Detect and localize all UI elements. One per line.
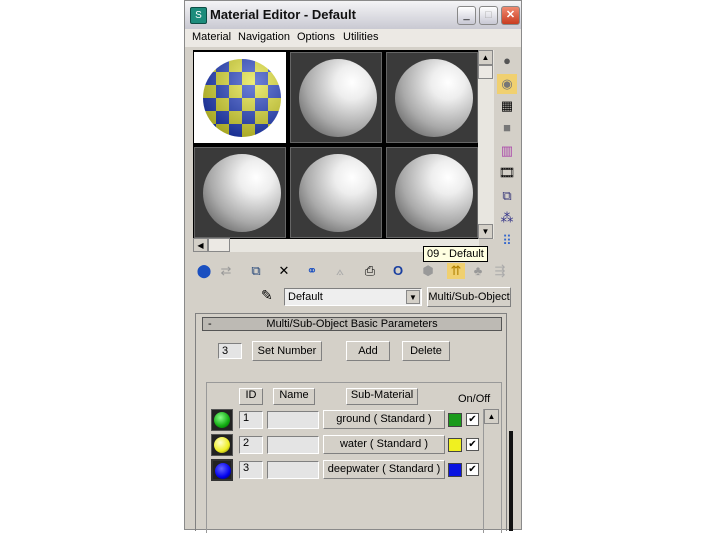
multi-sub-object-rollout: - Multi/Sub-Object Basic Parameters 3 Set…	[195, 313, 507, 533]
rollout-title: Multi/Sub-Object Basic Parameters	[266, 318, 438, 330]
backlight-icon[interactable]: ◉	[497, 74, 517, 94]
row-2-id[interactable]: 2	[239, 436, 263, 454]
row-3-color-swatch[interactable]	[448, 463, 462, 477]
sample-slot-5[interactable]	[290, 147, 382, 238]
put-to-library-icon[interactable]: ⟑	[331, 263, 349, 279]
video-color-check-icon[interactable]: ▥	[497, 141, 517, 161]
slots-vertical-scrollbar[interactable]: ▲ ▼	[478, 50, 494, 239]
assign-to-selection-icon[interactable]: ⧉	[247, 263, 265, 279]
list-scroll-up-icon[interactable]: ▲	[484, 409, 499, 424]
sample-slot-2[interactable]	[290, 52, 382, 143]
row-3-name[interactable]	[267, 461, 319, 479]
row-3-submaterial-button[interactable]: deepwater ( Standard )	[323, 460, 445, 479]
sort-by-submaterial-button[interactable]: Sub-Material	[346, 388, 418, 405]
go-to-parent-icon[interactable]: ⇈	[447, 263, 465, 279]
material-sphere	[299, 154, 377, 232]
options-icon[interactable]: ⧉	[497, 186, 517, 206]
material-type-button[interactable]: Multi/Sub-Object	[427, 287, 511, 307]
close-button[interactable]: ✕	[501, 6, 520, 25]
pick-material-icon[interactable]: ⇶	[491, 263, 509, 279]
material-sphere	[395, 154, 473, 232]
scroll-left-arrow-icon[interactable]: ◀	[193, 238, 208, 252]
on-off-header: On/Off	[458, 393, 491, 405]
eyedropper-icon[interactable]: ✎	[261, 287, 273, 304]
select-by-material-icon[interactable]: ⁂	[497, 208, 517, 228]
scroll-down-arrow-icon[interactable]: ▼	[478, 224, 493, 239]
collapse-indicator: -	[208, 318, 212, 330]
panel-scrollbar[interactable]	[509, 431, 513, 531]
row-1-onoff-checkbox[interactable]: ✔	[466, 413, 479, 426]
sub-material-list: ID Name Sub-Material On/Off 1 ground ( S…	[206, 382, 502, 533]
row-2-name[interactable]	[267, 436, 319, 454]
row-1-id[interactable]: 1	[239, 411, 263, 429]
sample-slot-6[interactable]	[386, 147, 478, 238]
scroll-up-arrow-icon[interactable]: ▲	[478, 50, 493, 65]
list-scrollbar[interactable]: ▲	[483, 409, 500, 533]
make-unique-icon[interactable]: ⚭	[303, 263, 321, 279]
sort-by-id-button[interactable]: ID	[239, 388, 263, 405]
row-2-onoff-checkbox[interactable]: ✔	[466, 438, 479, 451]
menu-options[interactable]: Options	[297, 31, 335, 43]
get-material-icon[interactable]: ⬤	[195, 263, 213, 279]
go-forward-sibling-icon[interactable]: ♣	[469, 263, 487, 278]
row-1-color-swatch[interactable]	[448, 413, 462, 427]
tooltip: 09 - Default	[423, 246, 488, 262]
material-count-field[interactable]: 3	[218, 343, 242, 359]
menu-bar: Material Navigation Options Utilities	[185, 29, 521, 47]
material-name-dropdown[interactable]: Default ▼	[284, 288, 422, 306]
material-sphere	[395, 59, 473, 137]
minimize-button[interactable]: _	[457, 6, 476, 25]
sample-type-sphere-icon[interactable]: ●	[497, 51, 517, 71]
show-end-result-icon[interactable]: ⬢	[419, 263, 437, 279]
row-2-color-swatch[interactable]	[448, 438, 462, 452]
sample-slot-3[interactable]	[386, 52, 478, 143]
row-2-preview[interactable]	[211, 434, 233, 456]
rollout-header[interactable]: - Multi/Sub-Object Basic Parameters	[202, 317, 502, 331]
window-title: Material Editor - Default	[210, 7, 356, 22]
set-number-button[interactable]: Set Number	[252, 341, 322, 361]
sample-uv-tiling-icon[interactable]: ■	[497, 118, 517, 138]
maximize-button[interactable]: □	[479, 6, 498, 25]
material-effects-channel-icon[interactable]: ⎙	[361, 263, 379, 279]
material-navigator-icon[interactable]: ⠿	[497, 231, 517, 251]
title-bar: S Material Editor - Default _ □ ✕	[185, 1, 521, 29]
delete-button[interactable]: Delete	[402, 341, 450, 361]
app-icon: S	[190, 7, 207, 24]
menu-material[interactable]: Material	[192, 31, 231, 43]
menu-navigation[interactable]: Navigation	[238, 31, 290, 43]
row-1-preview[interactable]	[211, 409, 233, 431]
material-editor-window: S Material Editor - Default _ □ ✕ Materi…	[184, 0, 522, 533]
add-button[interactable]: Add	[346, 341, 390, 361]
background-checker-icon[interactable]: ▦	[497, 96, 517, 116]
row-3-onoff-checkbox[interactable]: ✔	[466, 463, 479, 476]
material-sphere	[203, 154, 281, 232]
row-3-id[interactable]: 3	[239, 461, 263, 479]
row-1-name[interactable]	[267, 411, 319, 429]
row-2-submaterial-button[interactable]: water ( Standard )	[323, 435, 445, 454]
hscroll-thumb[interactable]	[208, 238, 230, 252]
sort-by-name-button[interactable]: Name	[273, 388, 315, 405]
menu-utilities[interactable]: Utilities	[343, 31, 378, 43]
sample-slot-4[interactable]	[194, 147, 286, 238]
dropdown-arrow-icon[interactable]: ▼	[406, 290, 420, 304]
scroll-thumb[interactable]	[478, 65, 493, 79]
make-preview-icon[interactable]: 🎞	[497, 163, 517, 183]
material-sphere	[299, 59, 377, 137]
sample-slot-1[interactable]	[194, 52, 286, 143]
material-name: Default	[288, 291, 323, 303]
sample-slots	[193, 50, 479, 239]
row-3-preview[interactable]	[211, 459, 233, 481]
show-map-in-viewport-icon[interactable]: O	[389, 263, 407, 278]
row-1-submaterial-button[interactable]: ground ( Standard )	[323, 410, 445, 429]
material-sphere	[203, 59, 281, 137]
reset-map-icon[interactable]: ✕	[275, 263, 293, 279]
put-to-scene-icon[interactable]: ⇄	[217, 263, 235, 279]
